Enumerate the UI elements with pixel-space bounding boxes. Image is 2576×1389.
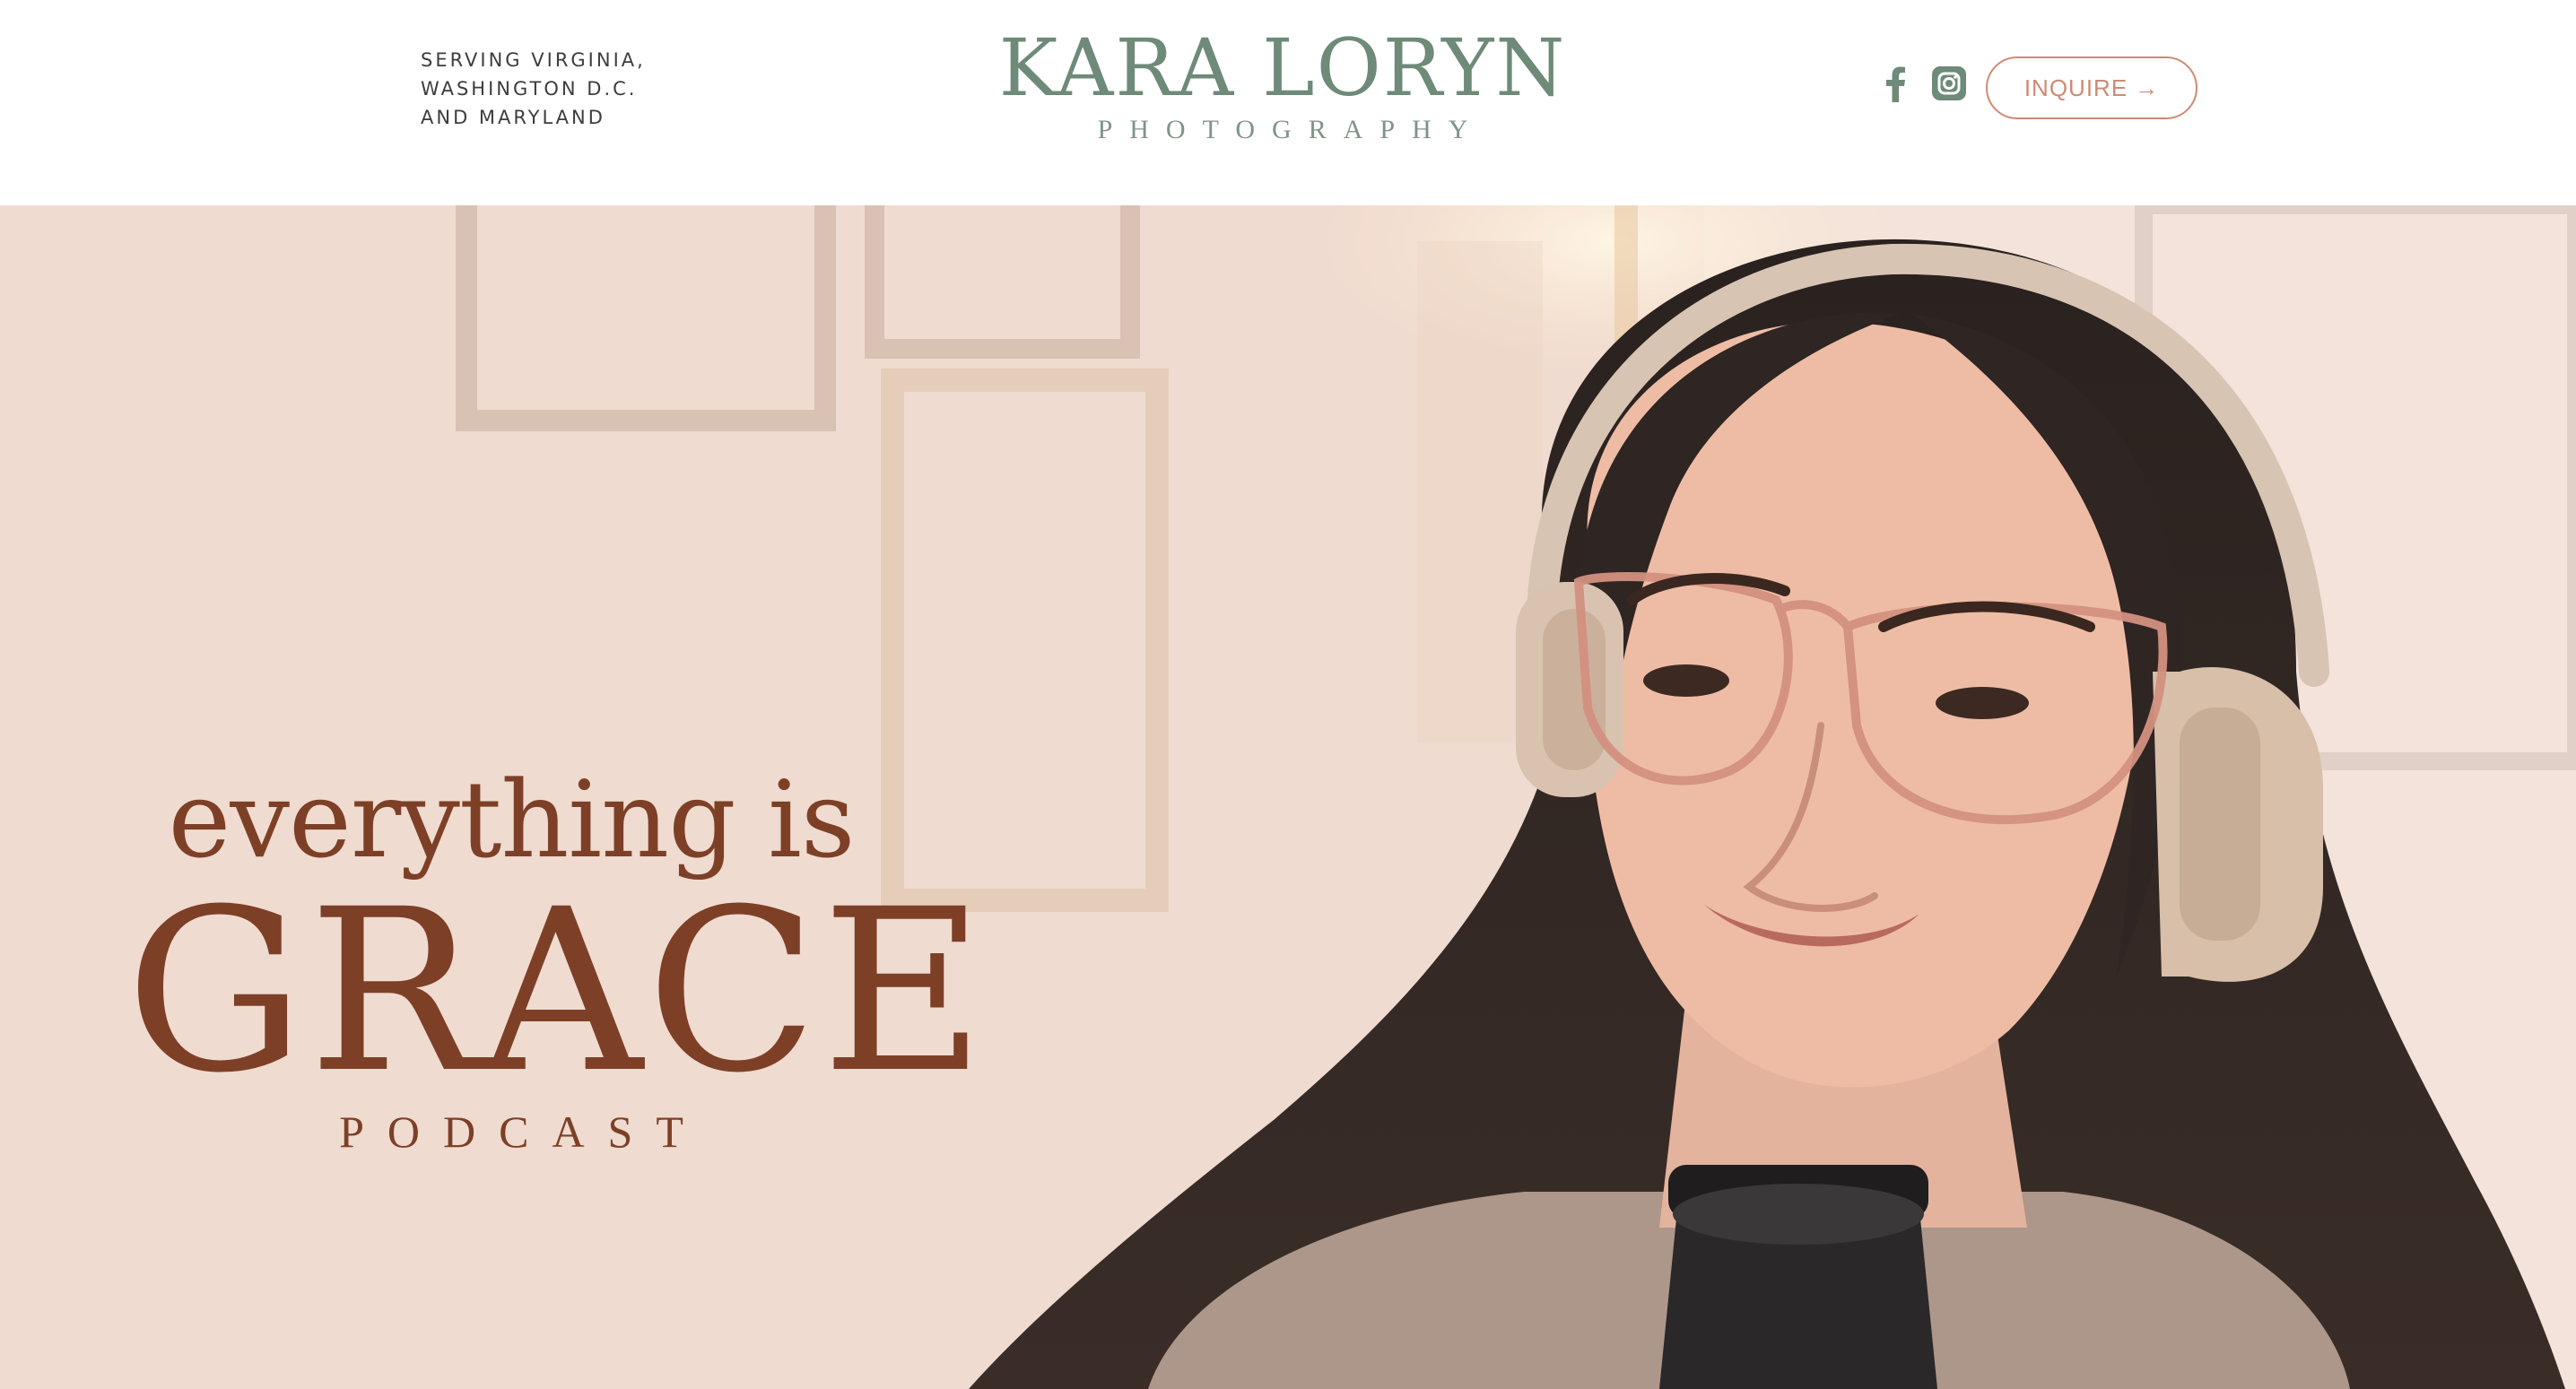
service-line: AND MARYLAND: [421, 107, 605, 128]
arrow-right-icon: →: [2135, 74, 2160, 101]
facebook-icon[interactable]: [1882, 66, 1909, 102]
title-main-word: GRACE: [126, 861, 989, 1122]
service-line: WASHINGTON D.C.: [421, 78, 638, 100]
logo-subtitle: PHOTOGRAPHY: [1097, 115, 1485, 144]
inquire-label: INQUIRE: [2023, 74, 2128, 101]
service-area-text: SERVING VIRGINIA, WASHINGTON D.C. AND MA…: [421, 46, 717, 132]
logo-name: KARA LORYN: [998, 22, 1567, 114]
podcast-title: everything is GRACE PODCAST: [126, 761, 989, 1158]
instagram-icon[interactable]: [1932, 66, 1966, 100]
site-header: SERVING VIRGINIA, WASHINGTON D.C. AND MA…: [0, 0, 2576, 205]
site-logo[interactable]: KARA LORYN PHOTOGRAPHY: [987, 22, 1579, 156]
service-line: SERVING VIRGINIA,: [421, 49, 646, 71]
inquire-button[interactable]: INQUIRE →: [1986, 56, 2197, 119]
hero-banner: everything is GRACE PODCAST: [0, 205, 2576, 1389]
